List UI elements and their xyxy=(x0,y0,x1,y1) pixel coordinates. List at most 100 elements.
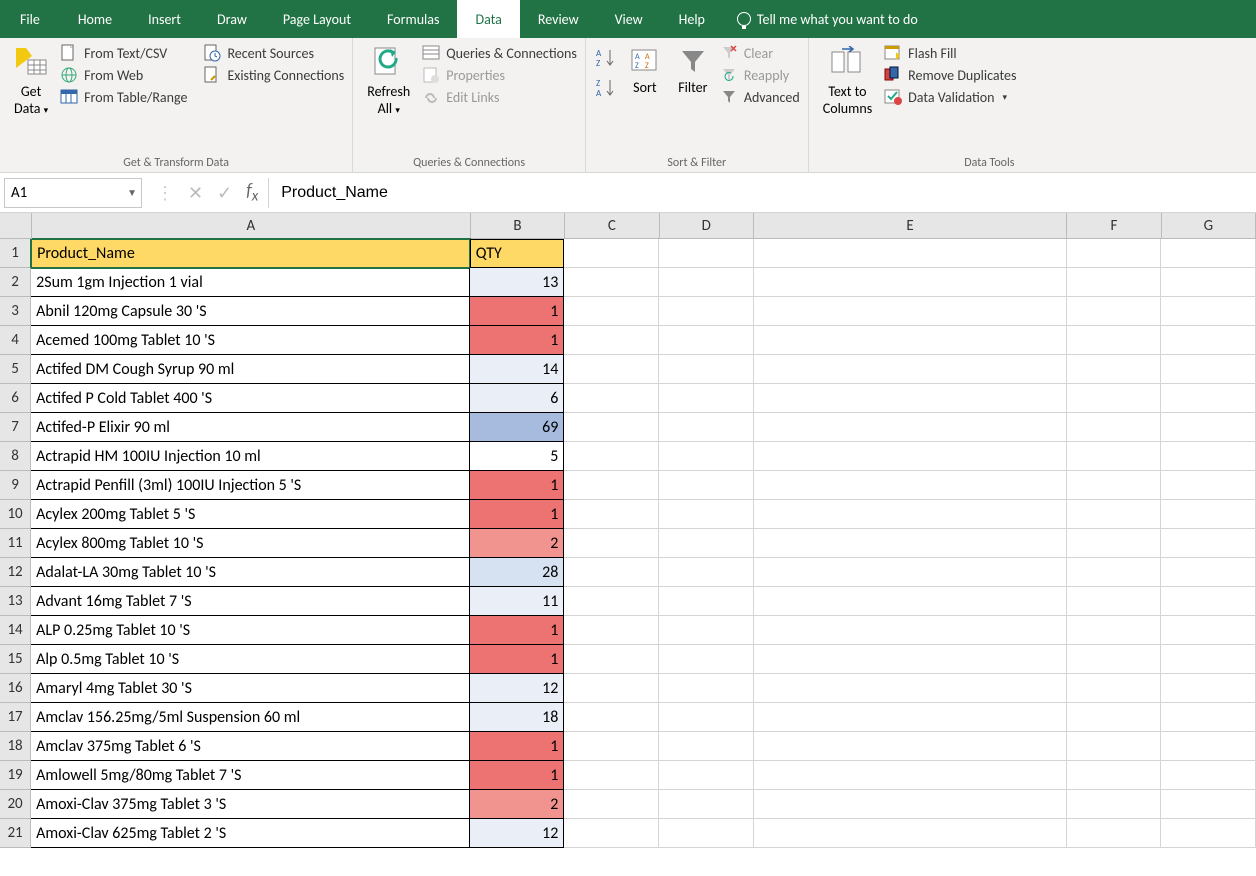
cell[interactable] xyxy=(1161,529,1256,558)
cell[interactable] xyxy=(1067,587,1162,616)
cell-qty[interactable]: 1 xyxy=(470,732,565,761)
cell[interactable] xyxy=(754,239,1067,268)
cell[interactable] xyxy=(564,558,659,587)
cell-qty[interactable]: 12 xyxy=(470,819,565,848)
cell-qty[interactable]: 69 xyxy=(470,413,565,442)
cell[interactable] xyxy=(659,616,754,645)
data-validation-button[interactable]: Data Validation ▾ xyxy=(884,88,1016,106)
cell-product[interactable]: Actrapid Penfill (3ml) 100IU Injection 5… xyxy=(31,471,470,500)
properties-button[interactable]: Properties xyxy=(422,66,577,84)
cell[interactable] xyxy=(1161,268,1256,297)
cell[interactable] xyxy=(564,616,659,645)
cell[interactable] xyxy=(659,413,754,442)
cell[interactable] xyxy=(564,732,659,761)
cell[interactable] xyxy=(1161,355,1256,384)
cell[interactable] xyxy=(564,268,659,297)
cell[interactable] xyxy=(1067,297,1162,326)
cell[interactable] xyxy=(1067,529,1162,558)
cell[interactable] xyxy=(659,442,754,471)
cell-qty[interactable]: 1 xyxy=(470,297,565,326)
row-header[interactable]: 3 xyxy=(0,297,31,326)
sort-button[interactable]: AZAZ Sort xyxy=(624,42,666,99)
cell-qty[interactable]: 1 xyxy=(470,471,565,500)
formula-input[interactable] xyxy=(268,178,1256,208)
cell-product[interactable]: Actifed P Cold Tablet 400 'S xyxy=(31,384,470,413)
cell[interactable] xyxy=(754,616,1067,645)
sort-asc-icon[interactable]: AZ xyxy=(594,46,618,70)
sort-desc-icon[interactable]: ZA xyxy=(594,76,618,100)
cell[interactable] xyxy=(1067,471,1162,500)
cell[interactable] xyxy=(564,674,659,703)
cell-product[interactable]: Abnil 120mg Capsule 30 'S xyxy=(31,297,470,326)
col-header-d[interactable]: D xyxy=(660,213,754,239)
cell[interactable] xyxy=(659,471,754,500)
cell[interactable] xyxy=(564,529,659,558)
cell[interactable] xyxy=(754,790,1067,819)
tab-review[interactable]: Review xyxy=(520,0,597,38)
cell-product[interactable]: Actifed-P Elixir 90 ml xyxy=(31,413,470,442)
cell[interactable] xyxy=(1067,442,1162,471)
cell-qty[interactable]: 13 xyxy=(470,268,565,297)
row-header[interactable]: 16 xyxy=(0,674,31,703)
row-header[interactable]: 6 xyxy=(0,384,31,413)
cell[interactable] xyxy=(659,732,754,761)
cancel-formula-icon[interactable]: ✕ xyxy=(188,182,203,204)
cell-qty[interactable]: 28 xyxy=(470,558,565,587)
cell-qty[interactable]: 1 xyxy=(470,645,565,674)
cell[interactable] xyxy=(564,442,659,471)
cell[interactable] xyxy=(564,471,659,500)
cell[interactable] xyxy=(754,761,1067,790)
row-header[interactable]: 2 xyxy=(0,268,31,297)
row-header[interactable]: 20 xyxy=(0,790,31,819)
cell[interactable] xyxy=(754,442,1067,471)
cell[interactable] xyxy=(564,326,659,355)
row-header[interactable]: 11 xyxy=(0,529,31,558)
cell[interactable] xyxy=(754,268,1067,297)
cell-qty[interactable]: 2 xyxy=(470,790,565,819)
reapply-button[interactable]: Reapply xyxy=(720,66,800,84)
cell[interactable] xyxy=(1161,500,1256,529)
cell[interactable] xyxy=(564,645,659,674)
row-header[interactable]: 12 xyxy=(0,558,31,587)
row-header[interactable]: 5 xyxy=(0,355,31,384)
cell-a1[interactable]: Product_Name xyxy=(31,239,470,268)
cell-product[interactable]: Acylex 200mg Tablet 5 'S xyxy=(31,500,470,529)
cell[interactable] xyxy=(659,326,754,355)
cell[interactable] xyxy=(1067,819,1162,848)
name-box-dropdown-icon[interactable]: ▼ xyxy=(127,186,137,199)
cell[interactable] xyxy=(659,703,754,732)
tab-file[interactable]: File xyxy=(0,0,60,38)
col-header-e[interactable]: E xyxy=(754,213,1067,239)
cell[interactable] xyxy=(1161,674,1256,703)
cell[interactable] xyxy=(754,587,1067,616)
cell-qty[interactable]: 11 xyxy=(470,587,565,616)
cell-product[interactable]: Amoxi-Clav 375mg Tablet 3 'S xyxy=(31,790,470,819)
cell[interactable] xyxy=(564,355,659,384)
tab-insert[interactable]: Insert xyxy=(130,0,199,38)
cell[interactable] xyxy=(754,500,1067,529)
row-header[interactable]: 18 xyxy=(0,732,31,761)
tab-view[interactable]: View xyxy=(597,0,661,38)
cell[interactable] xyxy=(1067,355,1162,384)
cell[interactable] xyxy=(1161,645,1256,674)
cell[interactable] xyxy=(659,355,754,384)
clear-filter-button[interactable]: Clear xyxy=(720,44,800,62)
cell[interactable] xyxy=(1067,703,1162,732)
cell[interactable] xyxy=(659,529,754,558)
cell[interactable] xyxy=(564,819,659,848)
row-header[interactable]: 13 xyxy=(0,587,31,616)
cell[interactable] xyxy=(1067,326,1162,355)
existing-connections-button[interactable]: Existing Connections xyxy=(203,66,344,84)
cell-product[interactable]: Acemed 100mg Tablet 10 'S xyxy=(31,326,470,355)
cell[interactable] xyxy=(564,761,659,790)
cell[interactable] xyxy=(1161,558,1256,587)
cell[interactable] xyxy=(1067,790,1162,819)
col-header-c[interactable]: C xyxy=(565,213,659,239)
cell-product[interactable]: Amoxi-Clav 625mg Tablet 2 'S xyxy=(31,819,470,848)
edit-links-button[interactable]: Edit Links xyxy=(422,88,577,106)
cell[interactable] xyxy=(1161,442,1256,471)
cell-product[interactable]: ALP 0.25mg Tablet 10 'S xyxy=(31,616,470,645)
col-header-g[interactable]: G xyxy=(1162,213,1256,239)
cell[interactable] xyxy=(564,587,659,616)
cell-product[interactable]: Amlowell 5mg/80mg Tablet 7 'S xyxy=(31,761,470,790)
